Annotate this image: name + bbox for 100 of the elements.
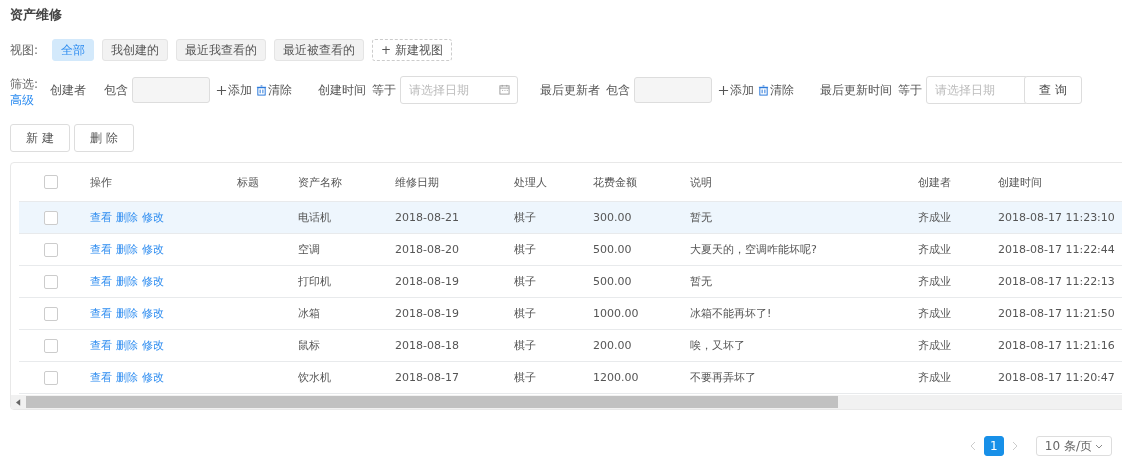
previous-page-icon[interactable]: [969, 441, 976, 451]
table-cell: 2018-08-17 11:21:50: [998, 307, 1115, 320]
table-cell: 500.00: [593, 275, 632, 288]
row-action-link[interactable]: 查看: [90, 243, 112, 256]
filter-input[interactable]: [132, 77, 210, 103]
table-cell: 齐成业: [918, 243, 951, 256]
filter-operator: 等于: [372, 81, 396, 99]
table-cell: 齐成业: [918, 307, 951, 320]
advanced-link[interactable]: 高级: [10, 92, 50, 108]
view-tab[interactable]: 最近我查看的: [176, 39, 267, 61]
table-cell: 2018-08-18: [395, 339, 459, 352]
table-cell: 1200.00: [593, 371, 639, 384]
row-checkbox[interactable]: [44, 210, 58, 225]
table-cell: 2018-08-21: [395, 211, 459, 224]
filter-input[interactable]: [634, 77, 712, 103]
horizontal-scrollbar[interactable]: [11, 395, 1122, 409]
clear-link[interactable]: 清除: [758, 81, 794, 99]
table-cell: 2018-08-17 11:20:47: [998, 371, 1115, 384]
row-action-link[interactable]: 修改: [142, 339, 164, 352]
row-checkbox[interactable]: [44, 242, 58, 257]
table-cell: 棋子: [514, 275, 536, 288]
scroll-left-icon[interactable]: [16, 398, 21, 406]
row-action-link[interactable]: 修改: [142, 307, 164, 320]
date-field[interactable]: 请选择日期: [400, 76, 518, 104]
row-action-link[interactable]: 删除: [116, 211, 138, 224]
column-header: 操作: [90, 175, 112, 189]
table-cell: 打印机: [298, 275, 331, 288]
add-link[interactable]: 添加: [216, 81, 252, 99]
row-action-link[interactable]: 查看: [90, 275, 112, 288]
table-cell: 电话机: [298, 211, 331, 224]
row-checkbox[interactable]: [44, 370, 58, 385]
row-checkbox[interactable]: [44, 306, 58, 321]
row-action-link[interactable]: 查看: [90, 307, 112, 320]
chevron-down-icon: [1095, 443, 1103, 449]
table-cell: 2018-08-17 11:22:44: [998, 243, 1115, 256]
table-cell: 齐成业: [918, 211, 951, 224]
action-button[interactable]: 删 除: [74, 124, 134, 152]
table-cell: 饮水机: [298, 371, 331, 384]
table-cell: 大夏天的，空调咋能坏呢?: [690, 243, 817, 256]
column-header: 说明: [690, 175, 712, 189]
filter-field-label: 创建者: [50, 81, 86, 99]
column-header: 花费金额: [593, 175, 637, 189]
row-action-link[interactable]: 查看: [90, 371, 112, 384]
column-header: 标题: [237, 175, 259, 189]
row-action-link[interactable]: 查看: [90, 211, 112, 224]
table-cell: 空调: [298, 243, 320, 256]
table-cell: 300.00: [593, 211, 632, 224]
table-cell: 2018-08-20: [395, 243, 459, 256]
select-all-checkbox[interactable]: [44, 175, 58, 189]
row-action-link[interactable]: 修改: [142, 275, 164, 288]
add-link[interactable]: 添加: [718, 81, 754, 99]
table-cell: 2018-08-17 11:21:16: [998, 339, 1115, 352]
row-action-link[interactable]: 查看: [90, 339, 112, 352]
clear-link[interactable]: 清除: [256, 81, 292, 99]
row-action-link[interactable]: 修改: [142, 371, 164, 384]
row-checkbox[interactable]: [44, 338, 58, 353]
table-cell: 齐成业: [918, 339, 951, 352]
row-action-link[interactable]: 修改: [142, 243, 164, 256]
trash-icon: [758, 84, 769, 96]
action-button[interactable]: 新 建: [10, 124, 70, 152]
row-action-link[interactable]: 删除: [116, 339, 138, 352]
row-action-link[interactable]: 删除: [116, 275, 138, 288]
row-action-link[interactable]: 修改: [142, 211, 164, 224]
filter-field-label: 最后更新者: [540, 81, 600, 99]
column-header: 处理人: [514, 175, 547, 189]
table-cell: 齐成业: [918, 275, 951, 288]
filter-field-label: 最后更新时间: [820, 81, 892, 99]
table-cell: 冰箱: [298, 307, 320, 320]
table-cell: 2018-08-17: [395, 371, 459, 384]
column-header: 创建者: [918, 175, 951, 189]
view-tab[interactable]: 我创建的: [102, 39, 169, 61]
row-checkbox[interactable]: [44, 274, 58, 289]
view-tab[interactable]: 全部: [52, 39, 95, 61]
new-view-button[interactable]: + 新建视图: [372, 39, 452, 61]
table-cell: 棋子: [514, 339, 536, 352]
row-action-link[interactable]: 删除: [116, 307, 138, 320]
table-cell: 2018-08-17 11:23:10: [998, 211, 1115, 224]
table-cell: 500.00: [593, 243, 632, 256]
page-title: 资产维修: [10, 6, 63, 24]
view-tab[interactable]: 最近被查看的: [274, 39, 365, 61]
table-cell: 棋子: [514, 371, 536, 384]
trash-icon: [256, 84, 267, 96]
query-button[interactable]: 查 询: [1024, 76, 1082, 104]
filter-field-label: 创建时间: [318, 81, 366, 99]
table-cell: 2018-08-19: [395, 275, 459, 288]
row-action-link[interactable]: 删除: [116, 243, 138, 256]
calendar-icon: [499, 84, 510, 95]
table-cell: 鼠标: [298, 339, 320, 352]
filter-operator: 等于: [898, 81, 922, 99]
column-header: 资产名称: [298, 175, 342, 189]
plus-icon: [216, 84, 227, 96]
table-cell: 1000.00: [593, 307, 639, 320]
column-header: 维修日期: [395, 175, 439, 189]
page-button[interactable]: 1: [983, 436, 1004, 456]
page-size-select[interactable]: 10 条/页: [1035, 436, 1112, 456]
date-field[interactable]: 请选择日期: [926, 76, 1028, 104]
table-cell: 2018-08-19: [395, 307, 459, 320]
row-action-link[interactable]: 删除: [116, 371, 138, 384]
table-cell: 不要再弄坏了: [690, 371, 756, 384]
next-page-icon[interactable]: [1011, 441, 1018, 451]
